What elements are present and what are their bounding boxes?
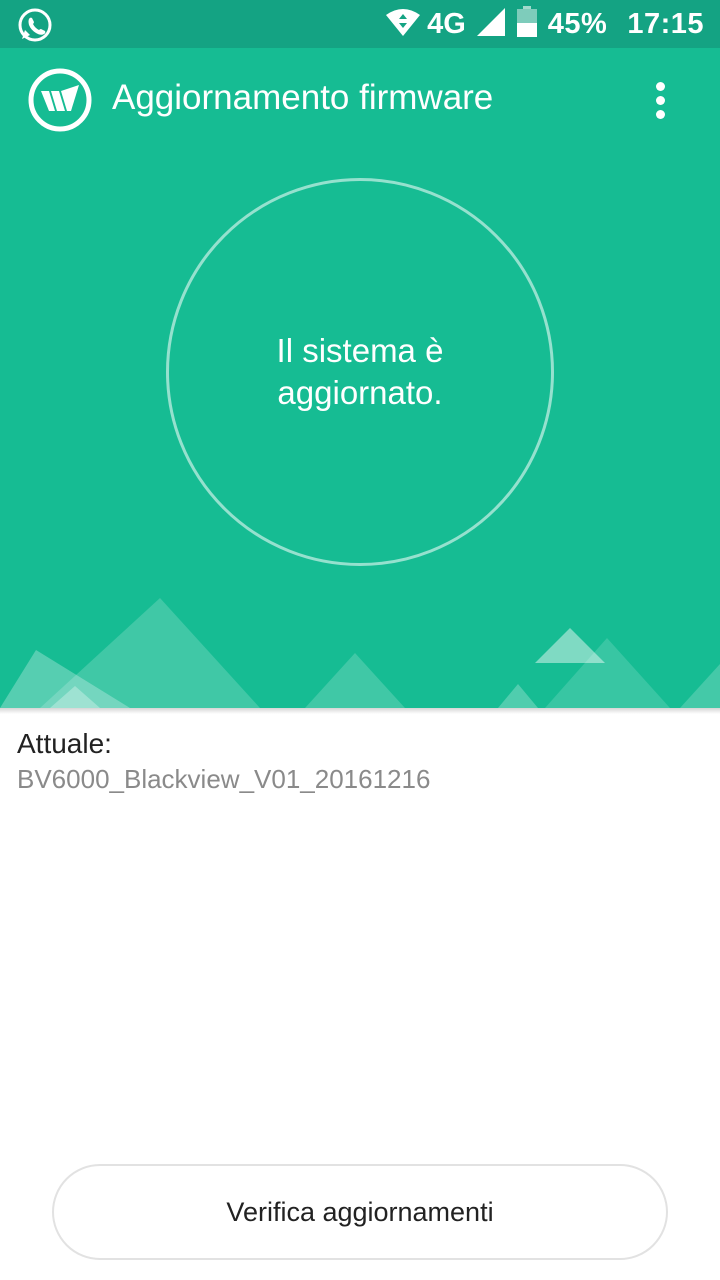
app-logo-icon xyxy=(27,67,93,133)
battery-icon xyxy=(516,5,538,43)
current-version-value: BV6000_Blackview_V01_20161216 xyxy=(17,764,431,794)
clock: 17:15 xyxy=(627,7,704,40)
status-bar: 4G 45% 17:15 xyxy=(0,0,720,48)
update-status-panel: Aggiornamento firmware Il sistema è aggi… xyxy=(0,48,720,708)
battery-percent: 45% xyxy=(547,7,608,40)
status-circle: Il sistema è aggiornato. xyxy=(166,178,554,566)
wifi-icon xyxy=(385,7,421,42)
current-version-label: Attuale: xyxy=(17,728,112,759)
more-vert-icon xyxy=(655,81,665,91)
status-message: Il sistema è aggiornato. xyxy=(276,332,444,411)
signal-icon xyxy=(476,7,506,42)
page-title: Aggiornamento firmware xyxy=(112,78,494,117)
toolbar: Aggiornamento firmware xyxy=(0,48,720,152)
check-updates-button[interactable]: Verifica aggiornamenti xyxy=(52,1164,668,1260)
more-options-button[interactable] xyxy=(636,76,684,124)
whatsapp-icon xyxy=(16,6,54,44)
divider xyxy=(0,708,720,714)
network-type: 4G xyxy=(427,7,466,40)
firmware-info: Attuale: BV6000_Blackview_V01_20161216 xyxy=(0,708,720,794)
mountains-decoration xyxy=(0,598,720,708)
